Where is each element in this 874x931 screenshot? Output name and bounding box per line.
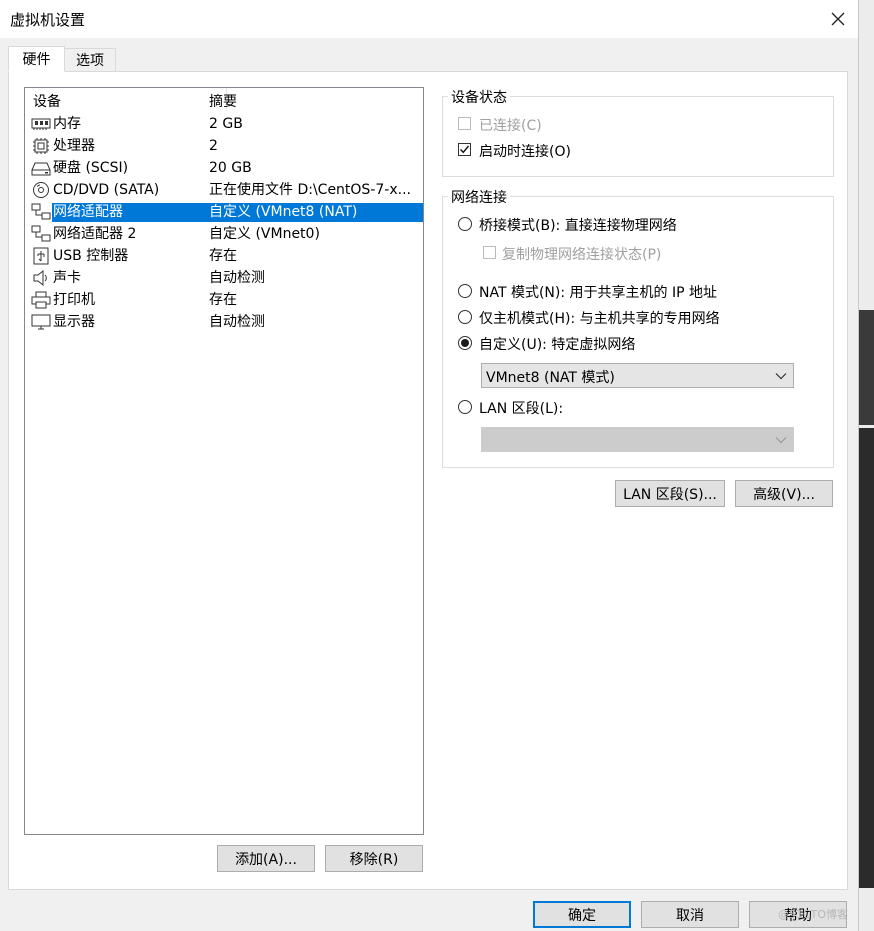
printer-icon [31,291,51,309]
device-row-sound-card[interactable]: 声卡 自动检测 [25,267,423,289]
device-summary: 自动检测 [209,270,265,286]
background-window [858,0,874,931]
custom-radio[interactable] [458,336,472,350]
radio-selected-dot [461,339,469,347]
device-name: USB 控制器 [53,248,129,264]
bridged-label: 桥接模式(B): 直接连接物理网络 [479,218,677,234]
network-adapter-icon [31,225,51,243]
connected-label: 已连接(C) [479,118,542,134]
host-only-radio[interactable] [458,310,472,324]
device-name: 处理器 [53,138,95,154]
device-list[interactable]: 设备 摘要 内存 2 GB 处理器 2 硬盘 (SCSI) 20 GB CD/D… [24,87,424,835]
device-summary: 2 [209,138,218,154]
device-summary: 存在 [209,248,237,264]
device-summary: 20 GB [209,160,252,176]
display-icon [31,313,51,331]
device-row-printer[interactable]: 打印机 存在 [25,289,423,311]
tab-hardware[interactable]: 硬件 [8,46,65,72]
replicate-state-label: 复制物理网络连接状态(P) [502,247,662,263]
cd-dvd-icon [31,181,51,199]
connect-at-power-on-checkbox[interactable] [458,143,471,156]
lan-segment-dropdown[interactable] [481,427,794,452]
custom-label: 自定义(U): 特定虚拟网络 [479,337,636,353]
custom-network-value: VMnet8 (NAT 模式) [486,370,615,386]
device-name: 内存 [53,116,81,132]
close-icon [831,12,845,26]
lan-segment-radio[interactable] [458,400,472,414]
device-name: 显示器 [53,314,95,330]
checkmark-icon [460,145,470,154]
device-row-usb-controller[interactable]: USB 控制器 存在 [25,245,423,267]
device-summary: 自动检测 [209,314,265,330]
title-bar: 虚拟机设置 [0,0,858,38]
cancel-button[interactable]: 取消 [641,901,739,928]
processor-icon [31,137,51,155]
device-row-display[interactable]: 显示器 自动检测 [25,311,423,333]
watermark: @51CTO博客 [778,908,849,921]
connect-at-power-on-label: 启动时连接(O) [479,144,571,160]
column-header-device[interactable]: 设备 [33,91,61,111]
device-row-network-adapter[interactable]: 网络适配器 自定义 (VMnet8 (NAT) [25,201,423,223]
device-summary: 自定义 (VMnet0) [209,226,320,242]
memory-icon [31,115,51,133]
device-summary: 自定义 (VMnet8 (NAT) [209,204,358,220]
nat-label: NAT 模式(N): 用于共享主机的 IP 地址 [479,285,717,301]
usb-icon [31,247,51,265]
device-name: CD/DVD (SATA) [53,182,160,198]
nat-radio[interactable] [458,284,472,298]
device-name: 网络适配器 2 [53,226,137,242]
chevron-down-icon [775,437,787,444]
device-row-cd-dvd[interactable]: CD/DVD (SATA) 正在使用文件 D:\CentOS-7-x... [25,179,423,201]
advanced-button[interactable]: 高级(V)... [735,480,833,507]
device-summary: 2 GB [209,116,243,132]
host-only-label: 仅主机模式(H): 与主机共享的专用网络 [479,311,720,327]
window-title: 虚拟机设置 [10,11,86,29]
network-adapter-icon [31,203,51,221]
column-header-summary[interactable]: 摘要 [209,91,237,111]
ok-button[interactable]: 确定 [533,901,631,928]
bridged-radio[interactable] [458,217,472,231]
device-summary: 正在使用文件 D:\CentOS-7-x... [209,182,411,198]
replicate-state-checkbox[interactable] [483,246,496,259]
remove-device-button[interactable]: 移除(R) [325,845,423,872]
hard-disk-icon [31,159,51,177]
sound-card-icon [31,269,51,287]
lan-segments-button[interactable]: LAN 区段(S)... [615,480,725,507]
connected-checkbox[interactable] [458,117,471,130]
device-name: 声卡 [53,270,81,286]
device-name: 硬盘 (SCSI) [53,160,129,176]
device-status-group [442,96,834,177]
network-connection-title: 网络连接 [448,187,510,207]
custom-network-dropdown[interactable]: VMnet8 (NAT 模式) [481,363,794,388]
tab-options[interactable]: 选项 [64,48,116,72]
device-status-title: 设备状态 [448,87,510,107]
add-device-button[interactable]: 添加(A)... [217,845,315,872]
device-row-network-adapter-2[interactable]: 网络适配器 2 自定义 (VMnet0) [25,223,423,245]
device-summary: 存在 [209,292,237,308]
chevron-down-icon [775,373,787,380]
device-row-memory[interactable]: 内存 2 GB [25,113,423,135]
device-row-processor[interactable]: 处理器 2 [25,135,423,157]
device-row-hard-disk[interactable]: 硬盘 (SCSI) 20 GB [25,157,423,179]
lan-segment-label: LAN 区段(L): [479,401,564,417]
device-name: 打印机 [53,292,95,308]
close-button[interactable] [818,0,858,38]
